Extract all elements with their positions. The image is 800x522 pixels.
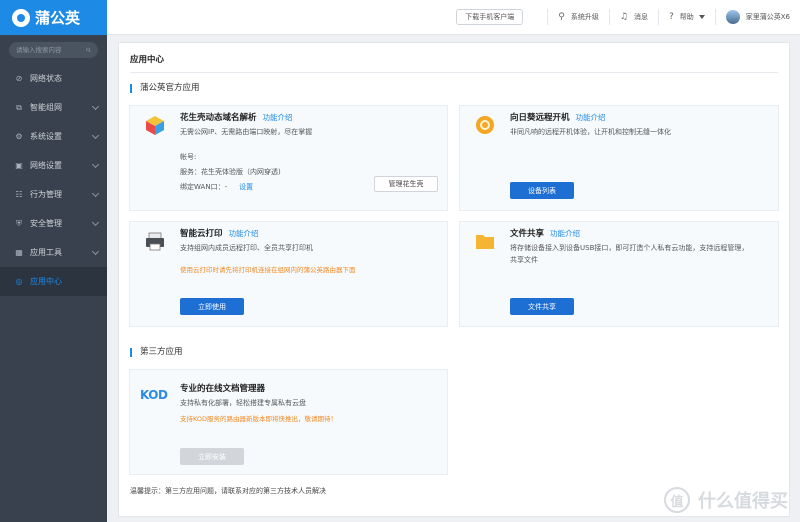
tools-icon: ▦ <box>15 248 23 257</box>
app-card-hsk: 花生壳动态域名解析 功能介绍 无需公网IP、无需路由端口映射，尽在掌握 帐号: 服… <box>129 105 448 211</box>
messages-button[interactable]: ♫ 消息 <box>620 12 648 22</box>
network-status-icon: ⊘ <box>15 74 23 83</box>
card-description: 非同凡响的远程开机体验，让开机和控制无缝一体化 <box>510 128 671 136</box>
manage-hsk-button[interactable]: 管理花生壳 <box>374 176 438 192</box>
device-list-button[interactable]: 设备列表 <box>510 182 574 199</box>
sidebar-item-app-center[interactable]: ◎ 应用中心 <box>0 267 107 296</box>
sidebar-item-network-status[interactable]: ⊘ 网络状态 <box>0 64 107 93</box>
chevron-down-icon <box>91 131 100 140</box>
chevron-down-icon <box>91 160 100 169</box>
file-share-button[interactable]: 文件共享 <box>510 298 574 315</box>
printer-icon <box>146 232 164 251</box>
system-settings-icon: ⚙ <box>15 132 23 141</box>
app-card-fileshare: 文件共享 功能介绍 将存储设备接入到设备USB接口，即可打造个人私有云功能，支持远… <box>459 221 779 327</box>
dandelion-logo-icon <box>12 8 30 27</box>
tip-text: 温馨提示：第三方应用问题，请联系对应的第三方技术人员解决 <box>130 487 326 495</box>
sidebar: 蒲公英 ⊘网络状态 ⧉智能组网 ⚙系统设置 ▣网络设置 ☷行为管理 ⛨安全管理 … <box>0 0 107 522</box>
feature-intro-link[interactable]: 功能介绍 <box>550 229 580 238</box>
card-title: 向日葵远程开机 功能介绍 <box>510 113 606 123</box>
sidebar-item-behavior[interactable]: ☷ 行为管理 <box>0 180 107 209</box>
caret-down-icon <box>698 15 705 19</box>
chevron-down-icon <box>91 247 100 256</box>
card-description: 无需公网IP、无需路由端口映射，尽在掌握 <box>180 128 313 136</box>
app-card-kod: KOD 专业的在线文档管理器 支持私有化部署，轻松搭建专属私有云盘 支持KOD服… <box>129 369 448 475</box>
divider <box>130 72 778 73</box>
system-upgrade-button[interactable]: ⚲ 系统升级 <box>558 12 599 22</box>
sidebar-item-smart-network[interactable]: ⧉ 智能组网 <box>0 93 107 122</box>
sidebar-search <box>9 42 98 58</box>
brand-logo[interactable]: 蒲公英 <box>0 0 107 35</box>
app-card-sunflower: 向日葵远程开机 功能介绍 非同凡响的远程开机体验，让开机和控制无缝一体化 设备列表 <box>459 105 779 211</box>
feature-intro-link[interactable]: 功能介绍 <box>263 113 293 122</box>
sidebar-item-network-settings[interactable]: ▣ 网络设置 <box>0 151 107 180</box>
search-icon[interactable] <box>86 46 91 54</box>
app-center-icon: ◎ <box>15 277 23 286</box>
bell-icon: ♫ <box>619 12 628 22</box>
divider <box>608 9 610 25</box>
watermark-logo-icon: 值 <box>664 487 690 513</box>
use-now-button[interactable]: 立即使用 <box>180 298 244 315</box>
device-menu[interactable]: 家里蒲公英X6 <box>725 10 790 24</box>
sidebar-item-system-settings[interactable]: ⚙ 系统设置 <box>0 122 107 151</box>
network-settings-icon: ▣ <box>15 161 23 170</box>
card-description: 支持私有化部署，轻松搭建专属私有云盘 <box>180 399 306 407</box>
wan-row: 绑定WAN口：- 设置 <box>180 183 254 191</box>
card-description: 支持组网内成员远程打印、全员共享打印机 <box>180 244 313 252</box>
cube-icon <box>146 116 164 135</box>
upgrade-icon: ⚲ <box>558 12 565 22</box>
divider <box>547 9 549 25</box>
card-title: 智能云打印 功能介绍 <box>180 229 259 239</box>
section-title-third-party: 第三方应用 <box>130 348 183 357</box>
help-menu[interactable]: ? 帮助 <box>669 12 705 22</box>
kod-logo: KOD <box>140 388 168 402</box>
security-icon: ⛨ <box>16 218 22 228</box>
sidebar-item-tools[interactable]: ▦ 应用工具 <box>0 238 107 267</box>
feature-intro-link[interactable]: 功能介绍 <box>576 113 606 122</box>
watermark-text: 什么值得买 <box>698 491 788 512</box>
smart-network-icon: ⧉ <box>16 102 22 112</box>
search-input[interactable] <box>16 46 86 54</box>
device-avatar <box>725 10 740 24</box>
chevron-down-icon <box>91 189 100 198</box>
sunflower-icon <box>476 116 494 134</box>
account-label: 帐号: <box>180 153 197 161</box>
service-row: 服务：花生壳体验版（内网穿透) <box>180 168 281 176</box>
download-app-button[interactable]: 下载手机客户端 <box>456 9 524 25</box>
top-bar: 下载手机客户端 ⚲ 系统升级 ♫ 消息 ? 帮助 家里蒲公英X6 <box>107 0 800 35</box>
help-icon: ? <box>668 12 674 22</box>
folder-icon <box>476 235 494 249</box>
watermark: 值 什么值得买 <box>664 487 788 513</box>
chevron-down-icon <box>91 218 100 227</box>
app-card-print: 智能云打印 功能介绍 支持组网内成员远程打印、全员共享打印机 使用云打印时请先将打… <box>129 221 448 327</box>
card-title: 专业的在线文档管理器 <box>180 384 266 394</box>
kod-notice: 支持KOD服务的路由器新版本即将快推出，敬请期待！ <box>180 415 338 423</box>
page-title: 应用中心 <box>130 55 165 65</box>
wan-settings-link[interactable]: 设置 <box>239 183 253 191</box>
divider <box>714 9 716 25</box>
sidebar-item-security[interactable]: ⛨ 安全管理 <box>0 209 107 238</box>
print-warning: 使用云打印时请先将打印机连接在组网内的蒲公英路由器下面 <box>180 266 356 274</box>
sidebar-nav: ⊘ 网络状态 ⧉ 智能组网 ⚙ 系统设置 ▣ 网络设置 ☷ 行为管理 ⛨ 安全管理 ▦ 应用工… <box>0 64 107 296</box>
card-title: 文件共享 功能介绍 <box>510 229 581 239</box>
section-title-official: 蒲公英官方应用 <box>130 84 200 93</box>
card-title: 花生壳动态域名解析 功能介绍 <box>180 113 293 123</box>
main-panel: 应用中心 蒲公英官方应用 花生壳动态域名解析 功能介绍 无需公网IP、无需路由端口… <box>118 42 790 517</box>
behavior-icon: ☷ <box>15 190 23 199</box>
install-now-button[interactable]: 立即安装 <box>180 448 244 465</box>
brand-name: 蒲公英 <box>35 9 81 27</box>
divider <box>657 9 659 25</box>
feature-intro-link[interactable]: 功能介绍 <box>229 229 259 238</box>
chevron-down-icon <box>91 102 100 111</box>
card-description: 将存储设备接入到设备USB接口，即可打造个人私有云功能，支持远程管理， 共享文件 <box>510 244 749 264</box>
